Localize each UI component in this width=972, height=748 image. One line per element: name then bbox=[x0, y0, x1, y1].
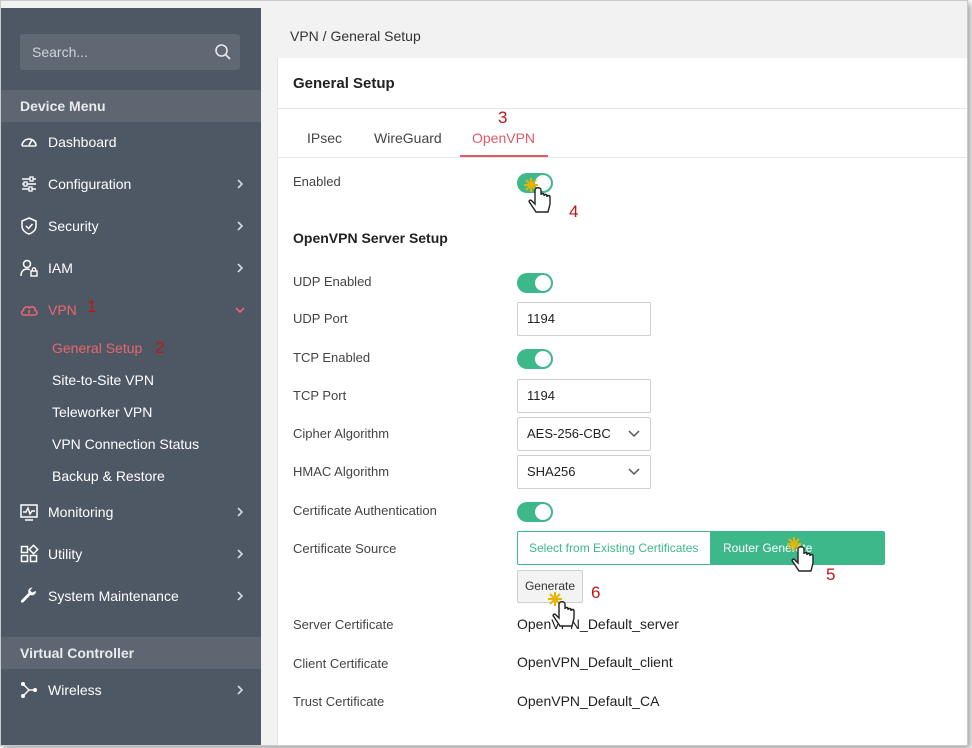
step-marker-1: 1 bbox=[87, 297, 97, 316]
general-setup-card: General Setup IPsec WireGuard OpenVPN 3 … bbox=[277, 58, 967, 745]
client-cert-value: OpenVPN_Default_client bbox=[517, 654, 673, 670]
tab-openvpn[interactable]: OpenVPN bbox=[472, 130, 535, 146]
chevron-right-icon bbox=[237, 221, 244, 231]
sidebar-item-label: Security bbox=[48, 218, 99, 234]
sidebar-item-vpn[interactable]: VPN bbox=[1, 290, 261, 330]
tcp-enabled-label: TCP Enabled bbox=[293, 350, 371, 365]
sidebar-item-label: VPN bbox=[48, 302, 77, 318]
hand-cursor-icon bbox=[524, 178, 551, 213]
step-marker-3: 3 bbox=[498, 108, 508, 127]
server-cert-value: OpenVPN_Default_server bbox=[517, 616, 679, 632]
step-marker-2: 2 bbox=[155, 338, 165, 357]
search-input[interactable] bbox=[20, 34, 210, 70]
tcp-enabled-toggle[interactable] bbox=[517, 349, 553, 369]
chevron-right-icon bbox=[237, 263, 244, 273]
breadcrumb: VPN / General Setup bbox=[290, 28, 421, 44]
sidebar-item-label: IAM bbox=[48, 260, 73, 276]
app-window: Device Menu Dashboard Configuration Secu… bbox=[0, 0, 968, 746]
cert-auth-label: Certificate Authentication bbox=[293, 503, 437, 518]
page-title: General Setup bbox=[293, 75, 395, 92]
hmac-algorithm-select[interactable]: SHA256 bbox=[517, 455, 651, 489]
network-icon bbox=[19, 680, 39, 700]
tab-ipsec[interactable]: IPsec bbox=[307, 130, 342, 146]
trust-cert-value: OpenVPN_Default_CA bbox=[517, 693, 660, 709]
enabled-label: Enabled bbox=[293, 174, 341, 189]
select-existing-certs-button[interactable]: Select from Existing Certificates bbox=[517, 531, 711, 565]
gauge-icon bbox=[19, 132, 39, 152]
chevron-right-icon bbox=[237, 179, 244, 189]
server-setup-title: OpenVPN Server Setup bbox=[293, 230, 448, 246]
sidebar-item-label: Utility bbox=[48, 546, 83, 562]
hmac-algorithm-value: SHA256 bbox=[527, 464, 576, 479]
hmac-algorithm-label: HMAC Algorithm bbox=[293, 464, 390, 479]
search-icon[interactable] bbox=[214, 43, 232, 61]
udp-port-label: UDP Port bbox=[293, 311, 348, 326]
client-cert-label: Client Certificate bbox=[293, 656, 389, 671]
tab-wireguard[interactable]: WireGuard bbox=[374, 130, 442, 146]
sidebar-item-label: System Maintenance bbox=[48, 588, 179, 604]
sidebar: Device Menu Dashboard Configuration Secu… bbox=[1, 8, 261, 745]
tcp-port-label: TCP Port bbox=[293, 388, 347, 403]
sidebar-item-dashboard[interactable]: Dashboard bbox=[1, 122, 261, 162]
virtual-controller-heading: Virtual Controller bbox=[1, 637, 261, 669]
cipher-algorithm-label: Cipher Algorithm bbox=[293, 426, 390, 441]
submenu-teleworker-vpn[interactable]: Teleworker VPN bbox=[52, 404, 152, 420]
sidebar-item-configuration[interactable]: Configuration bbox=[1, 164, 261, 204]
step-marker-5: 5 bbox=[826, 565, 836, 584]
cloud-lock-icon bbox=[19, 300, 39, 320]
divider bbox=[278, 157, 967, 158]
search-box[interactable] bbox=[20, 34, 240, 70]
sidebar-item-system-maintenance[interactable]: System Maintenance bbox=[1, 576, 261, 616]
chevron-right-icon bbox=[237, 549, 244, 559]
sidebar-item-wireless[interactable]: Wireless bbox=[1, 670, 261, 710]
sidebar-item-label: Dashboard bbox=[48, 134, 117, 150]
chevron-right-icon bbox=[237, 591, 244, 601]
server-cert-label: Server Certificate bbox=[293, 617, 394, 632]
grid-icon bbox=[19, 544, 39, 564]
cipher-algorithm-value: AES-256-CBC bbox=[527, 426, 611, 441]
sidebar-item-label: Monitoring bbox=[48, 504, 114, 520]
sidebar-item-label: Configuration bbox=[48, 176, 132, 192]
trust-cert-label: Trust Certificate bbox=[293, 694, 385, 709]
udp-port-field[interactable]: 1194 bbox=[517, 302, 651, 336]
sidebar-item-utility[interactable]: Utility bbox=[1, 534, 261, 574]
submenu-general-setup[interactable]: General Setup bbox=[52, 340, 142, 356]
cert-source-segmented-control: Select from Existing Certificates Router… bbox=[517, 531, 885, 587]
submenu-vpn-connection-status[interactable]: VPN Connection Status bbox=[52, 436, 199, 452]
sidebar-item-monitoring[interactable]: Monitoring bbox=[1, 492, 261, 532]
monitor-pulse-icon bbox=[19, 502, 39, 522]
chevron-down-icon bbox=[628, 430, 640, 438]
sliders-icon bbox=[19, 174, 39, 194]
step-marker-6: 6 bbox=[591, 583, 601, 602]
wrench-icon bbox=[19, 586, 39, 606]
cert-auth-toggle[interactable] bbox=[517, 502, 553, 522]
cert-source-label: Certificate Source bbox=[293, 541, 397, 556]
shield-icon bbox=[19, 216, 39, 236]
hand-cursor-icon bbox=[787, 537, 814, 572]
sidebar-item-label: Wireless bbox=[48, 682, 102, 698]
chevron-right-icon bbox=[237, 685, 244, 695]
udp-enabled-label: UDP Enabled bbox=[293, 274, 372, 289]
chevron-down-icon bbox=[235, 307, 245, 314]
chevron-down-icon bbox=[628, 468, 640, 476]
udp-enabled-toggle[interactable] bbox=[517, 273, 553, 293]
device-menu-heading: Device Menu bbox=[1, 90, 261, 122]
sidebar-item-security[interactable]: Security bbox=[1, 206, 261, 246]
chevron-right-icon bbox=[237, 507, 244, 517]
cipher-algorithm-select[interactable]: AES-256-CBC bbox=[517, 417, 651, 451]
hand-cursor-icon bbox=[548, 592, 575, 627]
user-lock-icon bbox=[19, 258, 39, 278]
divider bbox=[278, 108, 967, 109]
submenu-backup-restore[interactable]: Backup & Restore bbox=[52, 468, 165, 484]
tcp-port-field[interactable]: 1194 bbox=[517, 379, 651, 413]
submenu-site-to-site-vpn[interactable]: Site-to-Site VPN bbox=[52, 372, 154, 388]
step-marker-4: 4 bbox=[569, 202, 579, 221]
sidebar-item-iam[interactable]: IAM bbox=[1, 248, 261, 288]
